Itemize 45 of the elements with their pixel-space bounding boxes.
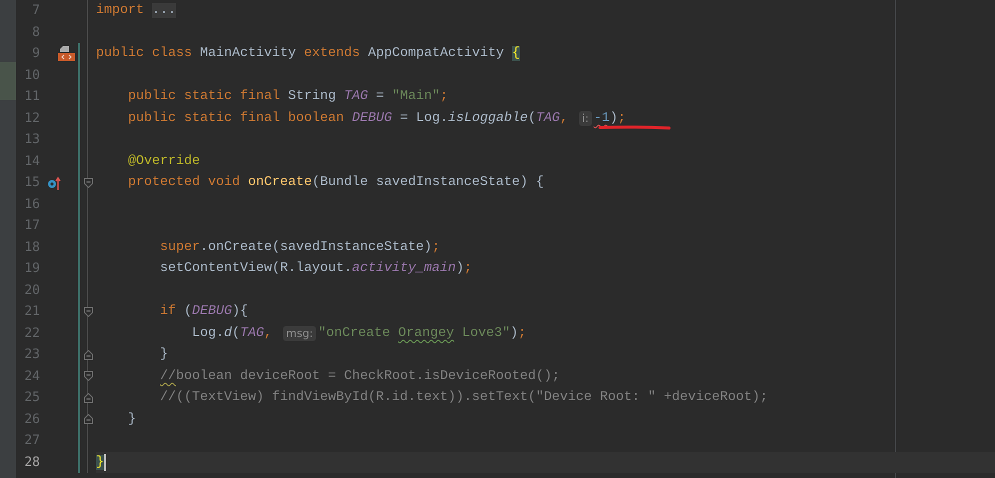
line-number: 9 [32,46,40,62]
line-number: 10 [24,68,40,83]
code-line: import ... [96,2,177,20]
code-line: public static final boolean DEBUG = Log.isLoggable(TAG, i: -1); [126,110,627,128]
code-line: if (DEBUG){ [158,303,249,322]
line-number: 20 [24,282,40,298]
line-number: 8 [32,24,40,40]
fold-marker-icon[interactable] [84,414,92,424]
code-line: public class MainActivity extends AppCompatActivity { [96,45,521,64]
line-number: 19 [24,261,40,276]
line-number: 28 [24,454,40,470]
panel-highlight [0,62,16,100]
line-number: 25 [24,390,40,406]
line-number: 27 [24,433,40,448]
line-number: 11 [24,89,40,104]
line-number: 12 [24,110,40,126]
line-number: 17 [24,218,40,234]
fold-marker-icon[interactable] [84,371,92,382]
code-line: public static final String TAG = "Main"; [126,88,449,106]
code-line: //boolean deviceRoot = CheckRoot.isDeviceRooted(); [159,368,561,386]
line-number: 13 [24,132,40,148]
code-line: @Override [126,152,201,171]
code-line: Log.d(TAG, msg: "onCreate Orangey Love3"); [190,324,528,343]
fold-marker-icon[interactable] [84,350,92,360]
code-line: //((TextView) findViewById(R.id.text)).setText("Device Root: " +deviceRoot); [158,389,769,408]
line-number: 22 [24,326,40,341]
code-line: } [126,410,137,429]
code-line: } [158,346,169,364]
line-number: 16 [24,196,40,212]
line-number: 18 [24,240,40,255]
line-number: 23 [24,347,40,362]
line-number: 24 [24,368,40,384]
code-line: super.onCreate(savedInstanceState); [158,238,441,257]
override-method-icon[interactable] [47,176,61,190]
code-line: protected void onCreate(Bundle savedInstanceState) { [126,174,545,192]
fold-marker-icon[interactable] [84,392,92,403]
code-line: setContentView(R.layout.activity_main); [158,260,473,278]
line-number: 21 [24,304,40,320]
line-number: 7 [32,3,40,18]
fold-marker-icon[interactable] [84,306,92,317]
line-number: 15 [24,175,40,190]
class-file-icon[interactable] [58,46,74,62]
line-number: 14 [24,154,40,169]
fold-marker-icon[interactable] [84,178,92,188]
line-number: 26 [24,412,40,427]
